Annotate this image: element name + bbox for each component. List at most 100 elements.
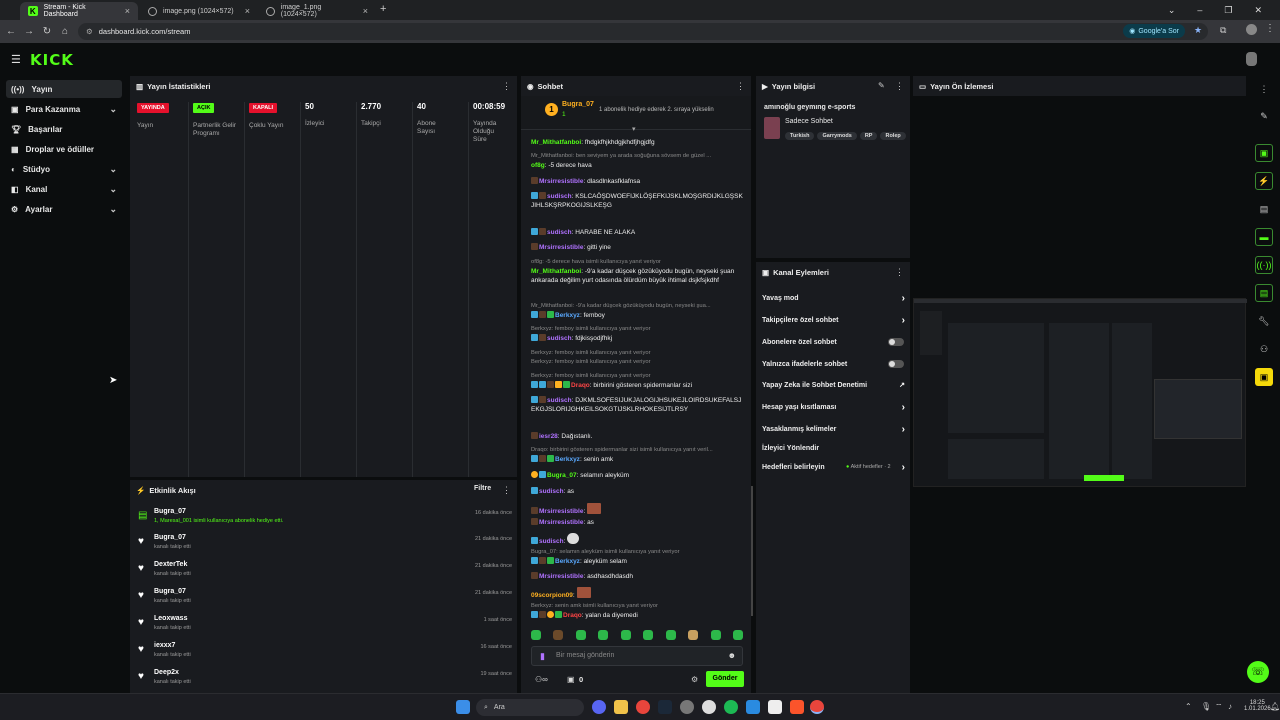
chat-username[interactable]: Berkxyz <box>555 558 580 565</box>
user-avatar[interactable] <box>1246 52 1257 66</box>
discord-icon[interactable] <box>592 700 606 714</box>
chat-username[interactable]: sudisch <box>547 193 572 200</box>
chat-username[interactable]: Draqo <box>563 612 582 619</box>
broadcast-icon[interactable]: ((·)) <box>1255 256 1273 274</box>
activity-user[interactable]: Deep2x <box>154 669 179 676</box>
microphone-icon[interactable]: 🎙︎ <box>1201 702 1211 711</box>
github-icon[interactable] <box>702 700 716 714</box>
emote-button[interactable] <box>643 630 654 640</box>
activity-user[interactable]: Bugra_07 <box>154 534 186 541</box>
chat-username[interactable]: sudisch <box>539 488 564 495</box>
chat-input[interactable]: ▮ Bir mesaj gönderin ☻ <box>531 646 743 666</box>
support-chat-button[interactable]: ☏ <box>1247 661 1269 683</box>
sidebar-item-para-kazanma[interactable]: ▣ Para Kazanma ⌄ <box>6 100 122 118</box>
sidebar-item-yayin[interactable]: ((•)) Yayın <box>6 80 122 98</box>
site-info-icon[interactable]: ⚙ <box>86 27 93 36</box>
chevron-down-icon[interactable]: ▾ <box>632 125 636 133</box>
chat-username[interactable]: Bugra_07 <box>547 472 577 479</box>
chat-scrollbar[interactable] <box>751 486 753 616</box>
emote-only-toggle[interactable] <box>888 360 904 368</box>
browser-tab-image[interactable]: image.png (1024×572) × <box>140 2 258 20</box>
slow-mode-action[interactable]: Yavaş mod › <box>762 290 905 306</box>
more-options-icon[interactable]: ⋮ <box>502 81 511 92</box>
hamburger-menu-icon[interactable]: ☰ <box>11 53 21 66</box>
sidebar-item-kanal[interactable]: ◧ Kanal ⌄ <box>6 180 122 198</box>
send-button[interactable]: Gönder <box>706 671 744 687</box>
chat-username[interactable]: Draqo <box>571 382 590 389</box>
close-tab-icon[interactable]: × <box>363 6 368 16</box>
chat-username[interactable]: Mr_Mithatfanboi <box>531 268 581 275</box>
followers-only-action[interactable]: Takipçilere özel sohbet › <box>762 312 905 328</box>
banned-words-action[interactable]: Yasaklanmış kelimeler › <box>762 421 905 437</box>
more-options-icon[interactable]: ⋮ <box>895 81 904 92</box>
taskbar-search[interactable]: ⌕ Ara <box>476 699 584 716</box>
more-options-icon[interactable]: ⋮ <box>1255 80 1273 98</box>
edit-pencil-icon[interactable]: ✎ <box>878 81 885 90</box>
close-tab-icon[interactable]: × <box>125 6 130 16</box>
channel-points-icon[interactable]: ⚇∞ <box>535 675 548 684</box>
emoji-icon[interactable]: ☻ <box>728 651 736 660</box>
chat-username[interactable]: Mr_Mithatfanboi <box>531 139 581 146</box>
stream-preview-video[interactable] <box>913 298 1247 487</box>
file-explorer-icon[interactable] <box>614 700 628 714</box>
raid-action[interactable]: İzleyici Yönlendir <box>762 440 905 456</box>
notification-icon[interactable]: 🔔︎ <box>1270 702 1280 711</box>
chat-username[interactable]: sudisch <box>547 397 572 404</box>
browser-menu-icon[interactable]: ⋮ <box>1265 23 1275 34</box>
chat-settings-icon[interactable]: ⚙ <box>691 675 698 684</box>
chat-username[interactable]: of8g <box>531 162 545 169</box>
chat-username[interactable]: Mrsirresistible <box>539 508 583 515</box>
activity-user[interactable]: Bugra_07 <box>154 588 186 595</box>
subscribers-only-toggle[interactable] <box>888 338 904 346</box>
extensions-icon[interactable]: ⧉ <box>1220 25 1226 36</box>
chat-username[interactable]: iesr28 <box>539 433 558 440</box>
app-icon[interactable] <box>680 700 694 714</box>
reload-icon[interactable]: ↻ <box>38 26 56 37</box>
tab-search-icon[interactable]: ⌄ <box>1168 5 1176 16</box>
emote-button[interactable] <box>620 630 631 640</box>
forward-icon[interactable]: → <box>20 26 38 37</box>
chat-username[interactable]: Mrsirresistible <box>539 573 583 580</box>
tray-chevron-icon[interactable]: ⌃ <box>1185 702 1192 711</box>
ai-moderation-action[interactable]: Yapay Zeka ile Sohbet Denetimi ↗ <box>762 377 905 393</box>
activity-user[interactable]: Leoxwass <box>154 615 187 622</box>
channel-actions-icon[interactable]: ▤ <box>1255 284 1273 302</box>
brave-icon[interactable] <box>790 700 804 714</box>
emote-button[interactable] <box>710 630 721 640</box>
vscode-icon[interactable] <box>746 700 760 714</box>
microphone-icon[interactable]: ▮ <box>540 651 545 662</box>
wrench-icon[interactable]: 🔧︎ <box>1255 312 1273 330</box>
close-window-button[interactable]: ✕ <box>1254 5 1262 16</box>
lightning-icon[interactable]: ⚡ <box>1255 172 1273 190</box>
activity-user[interactable]: DexterTek <box>154 561 187 568</box>
chat-username[interactable]: Berkxyz <box>555 456 580 463</box>
stream-category[interactable]: Sadece Sohbet <box>785 118 833 125</box>
chat-username[interactable]: sudisch <box>547 229 572 236</box>
steam-icon[interactable] <box>658 700 672 714</box>
emote-button[interactable] <box>553 630 564 640</box>
home-icon[interactable]: ⌂ <box>56 26 74 37</box>
info-icon[interactable]: ▤ <box>1255 200 1273 218</box>
chat-username[interactable]: sudisch <box>539 538 564 545</box>
maximize-button[interactable]: ❐ <box>1224 5 1232 16</box>
stats-widget-icon[interactable]: ▣ <box>1255 144 1273 162</box>
clock[interactable]: 18:25 1.01.2026 <box>1244 700 1271 712</box>
edit-pencil-icon[interactable]: ✎ <box>1255 107 1273 125</box>
emote-button[interactable] <box>598 630 609 640</box>
set-goals-action[interactable]: Hedefleri belirleyin ● Aktif hedefler · 2… <box>762 459 905 475</box>
chrome-icon[interactable] <box>636 700 650 714</box>
chat-username[interactable]: Mrsirresistible <box>539 519 583 526</box>
emote-button[interactable] <box>575 630 586 640</box>
chat-bubble-icon[interactable]: ▬ <box>1255 228 1273 246</box>
close-tab-icon[interactable]: × <box>245 6 250 16</box>
media-icon[interactable]: ▣ <box>1255 368 1273 386</box>
activity-user[interactable]: iexxx7 <box>154 642 175 649</box>
address-bar[interactable]: ⚙ dashboard.kick.com/stream <box>78 23 1208 40</box>
activity-user[interactable]: Bugra_07 <box>154 508 186 515</box>
emote-button[interactable] <box>531 630 541 640</box>
spotify-icon[interactable] <box>724 700 738 714</box>
profile-avatar[interactable] <box>1246 24 1257 35</box>
emote-button[interactable] <box>688 630 699 640</box>
start-menu-icon[interactable] <box>456 700 470 714</box>
emote-button[interactable] <box>732 630 743 640</box>
